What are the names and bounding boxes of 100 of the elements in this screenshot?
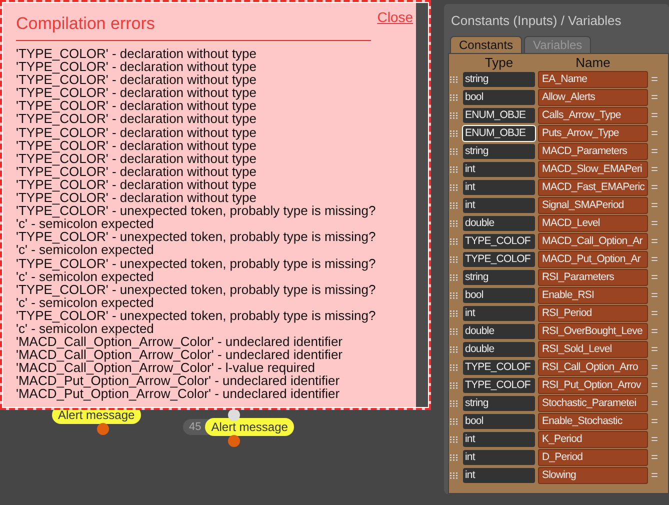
- type-field[interactable]: string: [463, 270, 535, 284]
- error-message: 'TYPE_COLOR' - declaration without type: [16, 191, 258, 204]
- drag-handle-icon[interactable]: [450, 256, 458, 262]
- error-message: 'TYPE_COLOR' - declaration without type: [16, 126, 258, 139]
- name-field[interactable]: RSI_Period: [538, 304, 648, 322]
- name-field[interactable]: Puts_Arrow_Type: [538, 124, 648, 142]
- drag-handle-icon[interactable]: [450, 202, 458, 208]
- drag-handle-icon[interactable]: [450, 400, 458, 406]
- error-message: 'MACD_Call_Option_Arrow_Color' - l-value required: [16, 361, 316, 374]
- tab[interactable]: Constants: [450, 36, 522, 53]
- type-field[interactable]: ENUM_OBJE: [463, 108, 535, 122]
- name-field[interactable]: Enable_RSI: [538, 286, 648, 304]
- name-field[interactable]: MACD_Parameters: [538, 142, 648, 160]
- error-message: 'TYPE_COLOR' - declaration without type: [16, 178, 258, 192]
- equals-sign: =: [651, 234, 658, 248]
- name-field[interactable]: MACD_Level: [538, 214, 648, 232]
- equals-sign: =: [651, 288, 658, 302]
- name-field[interactable]: Allow_Alerts: [538, 88, 648, 106]
- equals-sign: =: [651, 378, 658, 392]
- equals-sign: =: [651, 198, 658, 212]
- error-message: 'TYPE_COLOR' - declaration without type: [16, 112, 258, 126]
- name-field[interactable]: MACD_Fast_EMAPeric: [538, 178, 648, 196]
- type-field[interactable]: TYPE_COLOF: [463, 360, 535, 374]
- error-message: 'c' - semicolon expected: [16, 296, 154, 309]
- scrollbar[interactable]: [416, 3, 428, 407]
- name-field[interactable]: RSI_Parameters: [538, 268, 648, 286]
- name-field[interactable]: Calls_Arrow_Type: [538, 106, 648, 124]
- type-field[interactable]: int: [463, 180, 535, 194]
- error-message: 'TYPE_COLOR' - declaration without type: [16, 138, 258, 152]
- type-field[interactable]: int: [463, 432, 535, 446]
- drag-handle-icon[interactable]: [450, 148, 458, 154]
- drag-handle-icon[interactable]: [450, 364, 458, 370]
- error-message: 'TYPE_COLOR' - declaration without type: [16, 86, 258, 100]
- name-field[interactable]: MACD_Call_Option_Ar: [538, 232, 648, 250]
- error-message: 'TYPE_COLOR' - declaration without type: [16, 47, 258, 60]
- type-field[interactable]: double: [463, 342, 535, 356]
- type-field[interactable]: double: [463, 216, 535, 230]
- drag-handle-icon[interactable]: [450, 436, 458, 442]
- drag-handle-icon[interactable]: [450, 328, 458, 334]
- name-field[interactable]: K_Period: [538, 430, 648, 448]
- equals-sign: =: [651, 396, 658, 410]
- type-field[interactable]: TYPE_COLOF: [463, 252, 535, 266]
- equals-sign: =: [651, 450, 658, 464]
- type-field[interactable]: bool: [463, 414, 535, 428]
- name-field[interactable]: Stochastic_Parametei: [538, 394, 648, 412]
- drag-handle-icon[interactable]: [450, 310, 458, 316]
- name-field[interactable]: Signal_SMAPeriod: [538, 196, 648, 214]
- output-port[interactable]: [97, 423, 109, 435]
- type-field[interactable]: bool: [463, 288, 535, 302]
- drag-handle-icon[interactable]: [450, 472, 458, 478]
- type-field[interactable]: string: [463, 144, 535, 158]
- drag-handle-icon[interactable]: [450, 76, 458, 82]
- equals-sign: =: [651, 342, 658, 356]
- type-field[interactable]: int: [463, 162, 535, 176]
- equals-sign: =: [651, 162, 658, 176]
- equals-sign: =: [651, 360, 658, 374]
- drag-handle-icon[interactable]: [450, 238, 458, 244]
- output-port[interactable]: [228, 435, 240, 447]
- name-field[interactable]: EA_Name: [538, 70, 648, 88]
- drag-handle-icon[interactable]: [450, 382, 458, 388]
- drag-handle-icon[interactable]: [450, 220, 458, 226]
- type-field[interactable]: int: [463, 468, 535, 482]
- name-field[interactable]: RSI_Sold_Level: [538, 340, 648, 358]
- name-field[interactable]: Slowing: [538, 466, 648, 484]
- equals-sign: =: [651, 72, 658, 86]
- name-field[interactable]: D_Period: [538, 448, 648, 466]
- name-field[interactable]: MACD_Put_Option_Ar: [538, 250, 648, 268]
- name-field[interactable]: MACD_Slow_EMAPeri: [538, 160, 648, 178]
- name-field[interactable]: RSI_Put_Option_Arrov: [538, 376, 648, 394]
- equals-sign: =: [651, 468, 658, 482]
- type-field[interactable]: TYPE_COLOF: [463, 234, 535, 248]
- type-field[interactable]: int: [463, 306, 535, 320]
- drag-handle-icon[interactable]: [450, 130, 458, 136]
- type-field[interactable]: int: [463, 450, 535, 464]
- type-field[interactable]: ENUM_OBJE: [463, 126, 535, 140]
- drag-handle-icon[interactable]: [450, 454, 458, 460]
- equals-sign: =: [651, 216, 658, 230]
- drag-handle-icon[interactable]: [450, 166, 458, 172]
- node-label[interactable]: Alert message: [205, 418, 294, 436]
- name-field[interactable]: Enable_Stochastic: [538, 412, 648, 430]
- type-field[interactable]: string: [463, 72, 535, 86]
- drag-handle-icon[interactable]: [450, 112, 458, 118]
- equals-sign: =: [651, 126, 658, 140]
- drag-handle-icon[interactable]: [450, 292, 458, 298]
- drag-handle-icon[interactable]: [450, 346, 458, 352]
- type-field[interactable]: int: [463, 198, 535, 212]
- type-field[interactable]: TYPE_COLOF: [463, 378, 535, 392]
- drag-handle-icon[interactable]: [450, 184, 458, 190]
- type-field[interactable]: double: [463, 324, 535, 338]
- name-field[interactable]: RSI_OverBought_Leve: [538, 322, 648, 340]
- error-message: 'MACD_Put_Option_Arrow_Color' - undeclared identifier: [16, 374, 341, 388]
- equals-sign: =: [651, 180, 658, 194]
- error-message: 'TYPE_COLOR' - declaration without type: [16, 164, 258, 178]
- type-field[interactable]: bool: [463, 90, 535, 104]
- drag-handle-icon[interactable]: [450, 94, 458, 100]
- drag-handle-icon[interactable]: [450, 274, 458, 280]
- type-field[interactable]: string: [463, 396, 535, 410]
- error-message: 'TYPE_COLOR' - unexpected token, probably type is missing?: [16, 282, 377, 296]
- name-field[interactable]: RSI_Call_Option_Arro: [538, 358, 648, 376]
- drag-handle-icon[interactable]: [450, 418, 458, 424]
